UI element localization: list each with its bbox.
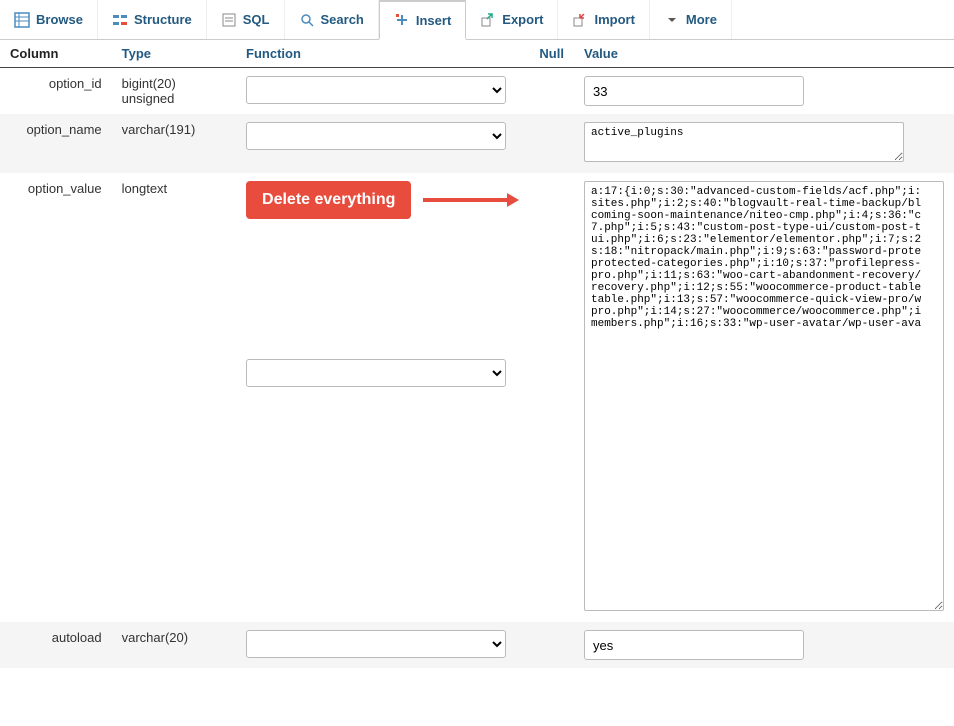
tab-label: Import [594,12,634,27]
header-column: Column [0,40,112,68]
header-value: Value [574,40,954,68]
function-select[interactable] [246,76,506,104]
tab-label: Browse [36,12,83,27]
tab-more[interactable]: More [650,0,732,39]
column-type: varchar(191) [112,114,236,173]
structure-icon [112,12,128,28]
chevron-down-icon [664,12,680,28]
table-row: autoload varchar(20) [0,622,954,668]
insert-form-table: Column Type Function Null Value option_i… [0,40,954,668]
tab-label: Export [502,12,543,27]
tab-export[interactable]: Export [466,0,558,39]
insert-icon [394,12,410,28]
tab-label: SQL [243,12,270,27]
sql-icon [221,12,237,28]
function-select[interactable] [246,359,506,387]
tab-sql[interactable]: SQL [207,0,285,39]
column-type: longtext [112,173,236,622]
header-function: Function [236,40,529,68]
table-row: option_name varchar(191) [0,114,954,173]
column-type: varchar(20) [112,622,236,668]
value-textarea[interactable] [584,181,944,611]
search-icon [299,12,315,28]
callout-badge: Delete everything [246,181,411,219]
tab-structure[interactable]: Structure [98,0,207,39]
column-name: option_value [0,173,112,622]
value-input[interactable] [584,630,804,660]
header-null: Null [529,40,574,68]
function-select[interactable] [246,630,506,658]
table-row: option_value longtext Delete everything [0,173,954,622]
tab-search[interactable]: Search [285,0,379,39]
column-name: option_id [0,68,112,115]
tab-label: Search [321,12,364,27]
tab-browse[interactable]: Browse [0,0,98,39]
column-type: bigint(20) unsigned [112,68,236,115]
table-row: option_id bigint(20) unsigned [0,68,954,115]
export-icon [480,12,496,28]
import-icon [572,12,588,28]
value-textarea[interactable] [584,122,904,162]
tab-label: More [686,12,717,27]
tab-insert[interactable]: Insert [379,0,466,40]
function-select[interactable] [246,122,506,150]
tab-bar: Browse Structure SQL Search Insert Expor… [0,0,954,40]
column-name: option_name [0,114,112,173]
header-type: Type [112,40,236,68]
column-name: autoload [0,622,112,668]
arrow-icon [423,190,519,210]
tab-label: Insert [416,13,451,28]
browse-icon [14,12,30,28]
tab-label: Structure [134,12,192,27]
tab-import[interactable]: Import [558,0,649,39]
value-input[interactable] [584,76,804,106]
